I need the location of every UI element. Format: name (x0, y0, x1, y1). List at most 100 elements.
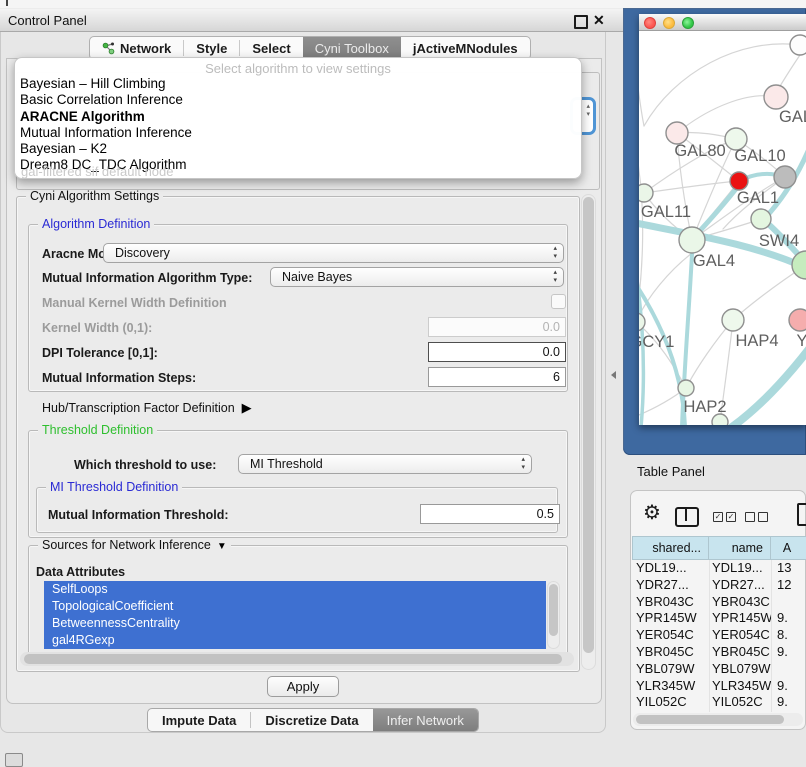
table-horizontal-scrollbar-thumb[interactable] (636, 715, 784, 724)
network-view[interactable]: GALGAL80GAL10GAL1GAL11SWI4GAL4GCY1HAP4YH… (639, 31, 806, 425)
table-header-name[interactable]: name (709, 536, 771, 560)
attr-list-scrollbar[interactable] (547, 581, 560, 649)
network-node[interactable] (666, 122, 688, 144)
network-node[interactable] (712, 414, 728, 425)
table-cell: YBR043C (632, 594, 709, 609)
tab-jactivemnodules[interactable]: jActiveMNodules (401, 37, 530, 59)
manual-kernel-width-checkbox[interactable] (551, 294, 566, 309)
apply-button[interactable]: Apply (267, 676, 339, 697)
algorithm-option[interactable]: Bayesian – K2 (15, 141, 581, 157)
settings-horizontal-scrollbar-thumb[interactable] (24, 654, 562, 664)
table-header-shared[interactable]: shared... (632, 536, 709, 560)
control-panel-title: Control Panel (8, 13, 87, 28)
close-icon[interactable]: ✕ (593, 12, 605, 29)
deselect-all-icon[interactable] (758, 512, 768, 522)
network-node[interactable] (639, 313, 645, 331)
table-cell: YER054C (709, 627, 772, 642)
table-row[interactable]: YBR043CYBR043C (632, 594, 806, 611)
top-tick-mark (6, 0, 8, 6)
network-node-label: GAL11 (641, 203, 691, 221)
splitter-collapse-icon[interactable] (611, 371, 616, 379)
report-icon[interactable] (797, 503, 806, 526)
select-all-icon[interactable]: ✓ (713, 512, 723, 522)
network-node[interactable] (730, 172, 748, 190)
top-strip (0, 0, 806, 8)
network-node[interactable] (790, 35, 806, 55)
mi-steps-field[interactable]: 6 (428, 367, 566, 387)
threshold-definition-title: Threshold Definition (38, 424, 157, 437)
network-node[interactable] (792, 251, 806, 279)
sources-title-wrap[interactable]: Sources for Network Inference▼ (38, 539, 231, 553)
network-node[interactable] (774, 166, 796, 188)
table-row[interactable]: YDL19...YDL19...13 (632, 560, 806, 577)
network-icon (102, 42, 115, 55)
network-node[interactable] (789, 309, 806, 331)
table-row[interactable]: YER054CYER054C8. (632, 627, 806, 644)
table-row[interactable]: YBR045CYBR045C9. (632, 644, 806, 661)
data-attribute-item[interactable]: SelfLoops (44, 581, 546, 598)
network-node[interactable] (764, 85, 788, 109)
tab-impute-data[interactable]: Impute Data (148, 709, 250, 731)
tab-infer-network[interactable]: Infer Network (373, 709, 478, 731)
tab-discretize-data[interactable]: Discretize Data (251, 709, 372, 731)
tab-network[interactable]: Network (90, 37, 183, 59)
table-cell: YBR045C (632, 644, 709, 659)
algorithm-option[interactable]: Mutual Information Inference (15, 125, 581, 141)
network-node[interactable] (679, 227, 705, 253)
settings-horizontal-scrollbar[interactable] (20, 652, 574, 666)
attr-list-scrollbar-thumb[interactable] (549, 584, 558, 636)
float-window-icon[interactable] (574, 15, 588, 29)
which-threshold-combo[interactable]: MI Threshold ▴▾ (238, 454, 532, 474)
algorithm-option[interactable]: ARACNE Algorithm (15, 109, 581, 125)
table-cell: YLR345W (709, 678, 772, 693)
gear-icon[interactable]: ⚙ (643, 503, 661, 523)
algorithm-option[interactable]: Bayesian – Hill Climbing (15, 76, 581, 92)
network-node[interactable] (639, 184, 653, 202)
table-row[interactable]: YIL052CYIL052C9. (632, 694, 806, 711)
tab-cyni-toolbox[interactable]: Cyni Toolbox (303, 37, 401, 59)
network-node[interactable] (751, 209, 771, 229)
data-attribute-item[interactable]: BetweennessCentrality (44, 615, 546, 632)
settings-vertical-scrollbar[interactable] (581, 194, 596, 670)
network-node[interactable] (678, 380, 694, 396)
dpi-tolerance-field[interactable]: 0.0 (428, 342, 566, 362)
algorithm-dropdown-placeholder: Select algorithm to view settings (15, 61, 581, 76)
data-attribute-item[interactable]: gal4RGexp (44, 632, 546, 649)
tab-select[interactable]: Select (240, 37, 302, 59)
network-node-label: Y (796, 332, 806, 350)
manual-kernel-width-label: Manual Kernel Width Definition (42, 296, 227, 310)
expander-down-icon: ▼ (217, 541, 227, 552)
table-cell: 12 (772, 577, 791, 592)
aracne-mode-combo[interactable]: Discovery ▴▾ (103, 243, 564, 263)
tab-discretize-data-label: Discretize Data (265, 713, 358, 728)
mi-threshold-field[interactable]: 0.5 (420, 504, 560, 524)
close-traffic-light-icon[interactable] (644, 17, 656, 29)
mi-algorithm-type-combo[interactable]: Naive Bayes ▴▾ (270, 267, 564, 287)
algorithm-option[interactable]: Basic Correlation Inference (15, 92, 581, 108)
table-cell: YDL19... (709, 560, 772, 575)
tab-style[interactable]: Style (184, 37, 239, 59)
network-node-label: GCY1 (639, 333, 674, 351)
data-attribute-item[interactable]: TopologicalCoefficient (44, 598, 546, 615)
network-canvas-svg: GALGAL80GAL10GAL1GAL11SWI4GAL4GCY1HAP4YH… (639, 31, 806, 425)
table-cell: 9. (772, 678, 788, 693)
minimize-traffic-light-icon[interactable] (663, 17, 675, 29)
data-attributes-label: Data Attributes (36, 565, 125, 579)
columns-icon[interactable] (675, 507, 699, 527)
table-header-third[interactable]: A (771, 536, 806, 560)
table-horizontal-scrollbar[interactable] (633, 713, 803, 726)
select-all-icon[interactable]: ✓ (726, 512, 736, 522)
table-row[interactable]: YDR27...YDR27...12 (632, 577, 806, 594)
network-node[interactable] (722, 309, 744, 331)
deselect-all-icon[interactable] (745, 512, 755, 522)
minimized-panel-icon[interactable] (5, 753, 23, 767)
table-row[interactable]: YPR145WYPR145W9. (632, 610, 806, 627)
algorithm-dropdown-popup: Select algorithm to view settings Bayesi… (14, 57, 582, 179)
hub-definition-expander[interactable]: Hub/Transcription Factor Definition▶ (42, 400, 252, 416)
table-row[interactable]: YBL079WYBL079W (632, 661, 806, 678)
table-row[interactable]: YLR345WYLR345W9. (632, 678, 806, 695)
kernel-width-field[interactable]: 0.0 (428, 317, 566, 337)
table-cell: YDR27... (709, 577, 772, 592)
zoom-traffic-light-icon[interactable] (682, 17, 694, 29)
settings-vertical-scrollbar-thumb[interactable] (583, 197, 594, 653)
